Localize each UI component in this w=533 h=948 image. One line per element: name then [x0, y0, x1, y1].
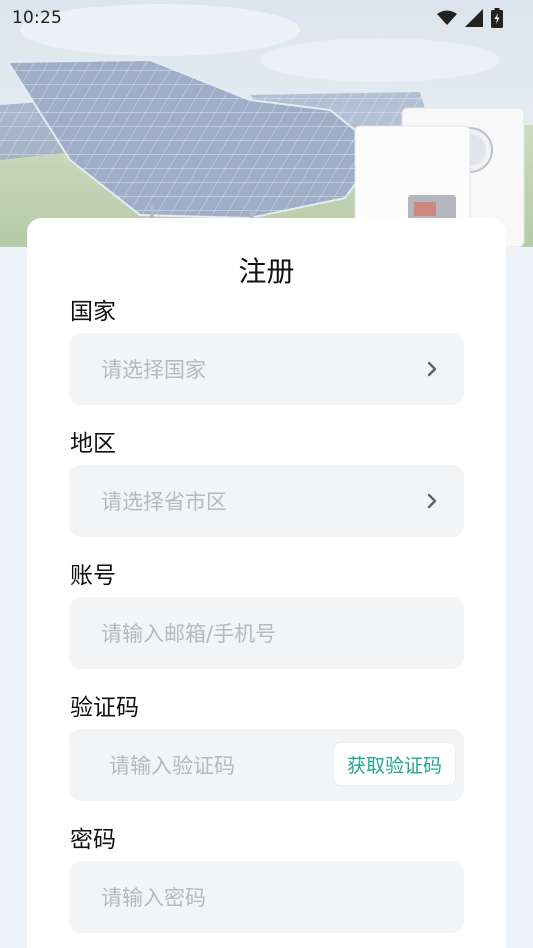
password-placeholder: 请输入密码 [101, 886, 206, 910]
status-time: 10:25 [12, 8, 62, 28]
password-label: 密码 [70, 827, 116, 853]
status-bar: 10:25 [0, 0, 533, 36]
region-placeholder: 请选择省市区 [101, 490, 227, 514]
account-placeholder: 请输入邮箱/手机号 [101, 622, 277, 646]
code-input[interactable]: 请输入验证码 获取验证码 [69, 729, 464, 801]
code-label: 验证码 [70, 695, 139, 721]
wifi-icon [437, 10, 457, 25]
get-code-button[interactable]: 获取验证码 [332, 742, 456, 786]
region-select[interactable]: 请选择省市区 [69, 465, 464, 537]
region-label: 地区 [70, 431, 116, 457]
register-screen: 10:25 注册 国家 请选择国家 地区 请选择省市区 账号 请输入邮箱/手机号… [0, 0, 533, 948]
battery-charging-icon [491, 8, 503, 28]
solar-hero-image [0, 0, 533, 247]
register-card: 注册 国家 请选择国家 地区 请选择省市区 账号 请输入邮箱/手机号 验证码 请… [27, 218, 506, 948]
chevron-right-icon [427, 493, 437, 509]
code-placeholder: 请输入验证码 [109, 754, 235, 778]
chevron-right-icon [427, 361, 437, 377]
country-placeholder: 请选择国家 [101, 358, 206, 382]
page-title: 注册 [238, 255, 295, 288]
signal-icon [465, 9, 483, 27]
account-input[interactable]: 请输入邮箱/手机号 [69, 597, 464, 669]
status-icons [437, 8, 503, 28]
account-label: 账号 [70, 563, 116, 589]
country-label: 国家 [70, 299, 116, 325]
country-select[interactable]: 请选择国家 [69, 333, 464, 405]
password-input[interactable]: 请输入密码 [69, 861, 464, 933]
